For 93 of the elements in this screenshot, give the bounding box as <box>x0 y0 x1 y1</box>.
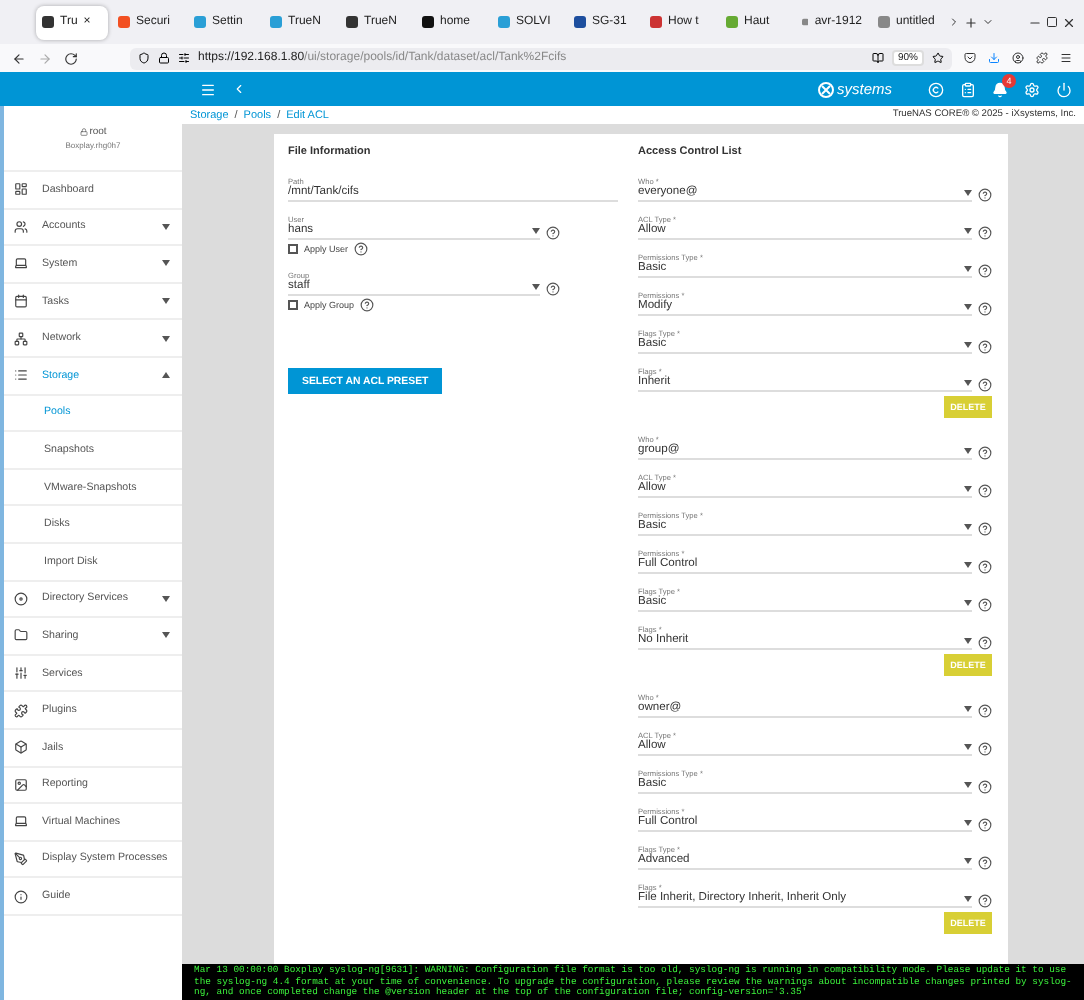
checkbox[interactable] <box>288 300 298 310</box>
help-icon[interactable] <box>978 226 992 240</box>
network-icon <box>14 331 28 346</box>
dropdown-caret-icon <box>964 303 972 309</box>
help-icon[interactable] <box>978 484 992 498</box>
new-tab-icon[interactable] <box>964 15 978 29</box>
help-icon[interactable] <box>978 598 992 612</box>
shield-icon[interactable] <box>138 52 150 64</box>
dropdown-caret-icon <box>964 781 972 787</box>
box-icon <box>14 740 28 755</box>
users-icon <box>14 219 28 234</box>
dropdown-caret-icon <box>964 637 972 643</box>
help-icon[interactable] <box>978 446 992 460</box>
help-icon[interactable] <box>978 636 992 650</box>
help-icon[interactable] <box>360 298 375 312</box>
info-icon <box>14 889 28 904</box>
back-icon[interactable] <box>12 51 26 65</box>
puzzle-icon <box>14 703 28 718</box>
dropdown-caret-icon <box>964 341 972 347</box>
dropdown-caret-icon <box>964 189 972 195</box>
reload-icon[interactable] <box>64 51 78 65</box>
favicon-icon <box>194 16 206 28</box>
dropdown-caret-icon <box>964 447 972 453</box>
help-icon[interactable] <box>978 742 992 756</box>
chevron-left-icon[interactable] <box>232 82 246 96</box>
pen-icon <box>14 851 28 866</box>
checkbox[interactable] <box>288 244 298 254</box>
menu-icon[interactable] <box>1060 52 1072 64</box>
folder-icon <box>14 628 28 643</box>
help-icon[interactable] <box>978 340 992 354</box>
dropdown-caret-icon <box>532 283 540 289</box>
sliders-icon <box>14 666 28 681</box>
favicon-icon <box>270 16 282 28</box>
sliders-icon[interactable] <box>178 52 190 64</box>
dropdown-caret-icon <box>964 895 972 901</box>
help-icon[interactable] <box>546 282 560 296</box>
help-icon[interactable] <box>978 818 992 832</box>
chevron-down-icon[interactable] <box>982 16 994 28</box>
favicon-icon <box>650 16 662 28</box>
help-icon[interactable] <box>354 242 369 256</box>
dropdown-caret-icon <box>964 819 972 825</box>
maximize-icon[interactable] <box>1046 16 1058 28</box>
favicon-icon <box>802 16 809 28</box>
power-icon[interactable] <box>1056 81 1072 97</box>
extensions-icon[interactable] <box>1036 52 1048 64</box>
settings-icon[interactable] <box>1024 81 1040 97</box>
dropdown-caret-icon <box>964 379 972 385</box>
help-icon[interactable] <box>978 894 992 908</box>
laptop-icon <box>14 256 28 271</box>
dashboard-icon <box>14 182 28 197</box>
favicon-icon <box>726 16 738 28</box>
dropdown-caret-icon <box>964 599 972 605</box>
help-icon[interactable] <box>978 378 992 392</box>
favicon-icon <box>878 16 890 28</box>
close-icon[interactable] <box>1062 15 1076 29</box>
calendar-icon <box>14 294 28 309</box>
logo-mark-icon <box>818 81 835 97</box>
dropdown-caret-icon <box>964 485 972 491</box>
favicon-icon <box>498 16 510 28</box>
help-icon[interactable] <box>978 780 992 794</box>
list-icon <box>14 368 28 383</box>
help-icon[interactable] <box>978 188 992 202</box>
help-icon[interactable] <box>978 856 992 870</box>
help-icon[interactable] <box>978 560 992 574</box>
laptop-icon <box>14 814 28 829</box>
favicon-icon <box>422 16 434 28</box>
dropdown-caret-icon <box>964 561 972 567</box>
dropdown-caret-icon <box>532 227 540 233</box>
image-icon <box>14 777 28 792</box>
star-icon[interactable] <box>932 52 944 64</box>
clipboard-icon[interactable] <box>960 81 976 97</box>
lock-icon[interactable] <box>158 52 170 64</box>
favicon-icon <box>118 16 130 28</box>
dropdown-caret-icon <box>964 857 972 863</box>
reader-icon[interactable] <box>871 52 884 64</box>
favicon-icon <box>574 16 586 28</box>
profile-icon[interactable] <box>1012 52 1024 64</box>
favicon-icon <box>42 16 54 28</box>
help-icon[interactable] <box>546 226 560 240</box>
disc-icon <box>14 591 28 606</box>
dropdown-caret-icon <box>964 743 972 749</box>
chevron-right-icon[interactable] <box>948 16 960 28</box>
help-icon[interactable] <box>978 302 992 316</box>
favicon-icon <box>346 16 358 28</box>
dropdown-caret-icon <box>964 705 972 711</box>
help-icon[interactable] <box>978 264 992 278</box>
help-icon[interactable] <box>978 704 992 718</box>
download-icon[interactable] <box>988 52 1000 64</box>
pocket-icon[interactable] <box>964 52 976 64</box>
dropdown-caret-icon <box>964 265 972 271</box>
dropdown-caret-icon <box>964 523 972 529</box>
help-icon[interactable] <box>978 522 992 536</box>
dropdown-caret-icon <box>964 227 972 233</box>
